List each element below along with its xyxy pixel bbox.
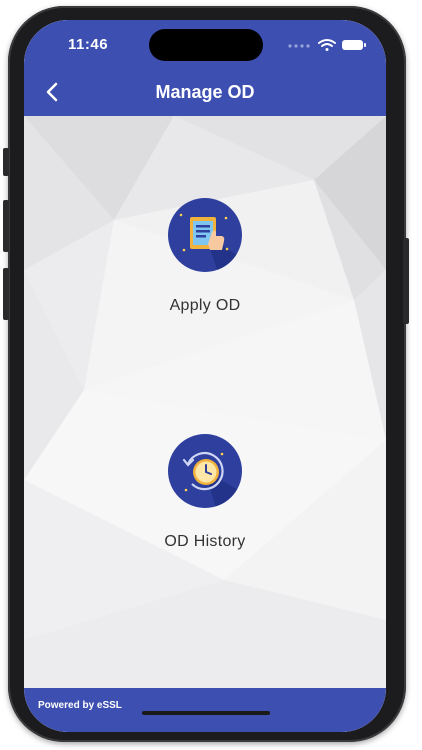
back-button[interactable] [38, 78, 66, 106]
status-time: 11:46 [68, 36, 109, 53]
power-button [403, 238, 409, 324]
wifi-icon [318, 39, 336, 51]
polygon-background [24, 20, 386, 732]
volume-up-button [3, 200, 9, 252]
od-history-tile[interactable]: OD History [104, 434, 306, 564]
signal-dots-icon [288, 44, 310, 48]
app-footer: Powered by eSSL [24, 688, 386, 732]
od-history-label: OD History [164, 533, 246, 550]
mute-switch [3, 148, 9, 176]
volume-down-button [3, 268, 9, 320]
home-indicator[interactable] [142, 711, 270, 715]
powered-by-text: Powered by eSSL [38, 700, 122, 711]
dynamic-island [149, 29, 263, 61]
status-icons [288, 39, 366, 51]
battery-icon [342, 40, 366, 50]
apply-od-label: Apply OD [169, 297, 241, 314]
chevron-left-icon [46, 82, 58, 102]
app-screen: 11:46 Manage OD Apply OD OD History Powe… [24, 20, 386, 732]
apply-od-tile[interactable]: Apply OD [104, 198, 306, 328]
clock-history-icon [168, 434, 242, 508]
app-header: 11:46 Manage OD [24, 20, 386, 116]
form-hand-icon [168, 198, 242, 272]
page-title: Manage OD [155, 82, 255, 102]
